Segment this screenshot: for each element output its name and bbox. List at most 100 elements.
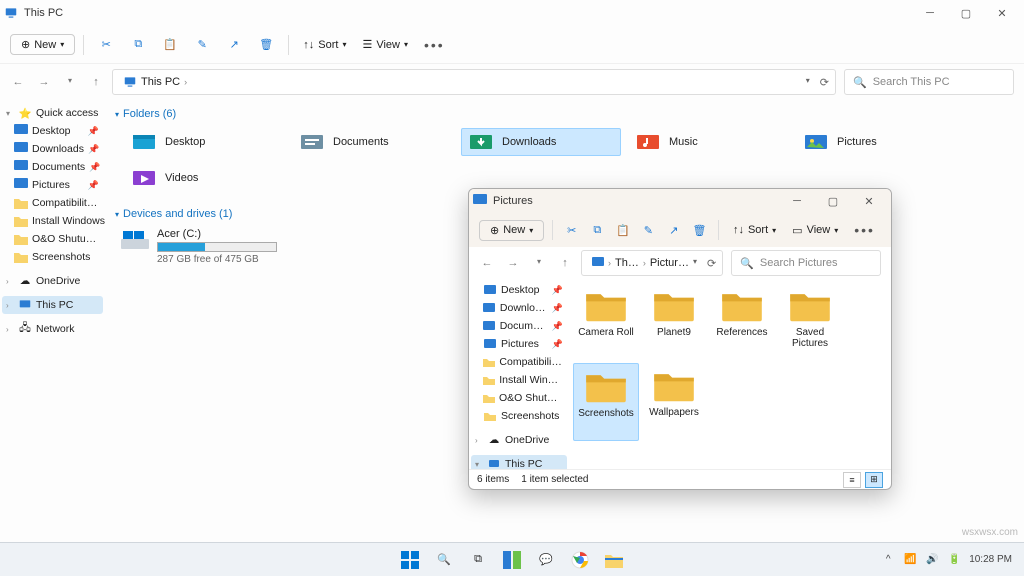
sub-sidebar-item[interactable]: Pictures📌 <box>471 335 567 353</box>
search-input[interactable]: 🔍 Search This PC <box>844 69 1014 95</box>
start-button[interactable] <box>396 546 424 574</box>
share-icon[interactable]: ↗ <box>220 31 248 59</box>
rename-icon[interactable]: ✎ <box>638 216 660 244</box>
sidebar-label: Desktop <box>32 125 71 137</box>
refresh-button[interactable]: ⟳ <box>820 76 829 89</box>
folder-tile-downloads[interactable]: Downloads <box>461 128 621 156</box>
task-chat-button[interactable]: 💬 <box>532 546 560 574</box>
more-button[interactable]: ••• <box>418 37 451 53</box>
maximize-button[interactable]: ▢ <box>948 0 984 26</box>
folder-tile-documents[interactable]: Documents <box>293 128 453 156</box>
close-button[interactable]: ✕ <box>984 0 1020 26</box>
grid-folder-wallpapers[interactable]: Wallpapers <box>641 363 707 441</box>
pin-icon: 📌 <box>552 285 563 296</box>
delete-icon[interactable]: 🗑 <box>252 31 280 59</box>
sidebar-item-documents[interactable]: Documents📌 <box>2 158 103 176</box>
address-bar[interactable]: This PC › ▾ ⟳ <box>112 69 836 95</box>
sub-sidebar-onedrive[interactable]: ›☁OneDrive <box>471 431 567 449</box>
sidebar-item-compat[interactable]: Compatibility Mode <box>2 194 103 212</box>
sub-sidebar-item[interactable]: Install Windows <box>471 371 567 389</box>
refresh-button[interactable]: ⟳ <box>707 257 716 270</box>
minimize-button[interactable]: ─ <box>912 0 948 26</box>
task-widgets-button[interactable] <box>498 546 526 574</box>
rename-icon[interactable]: ✎ <box>188 31 216 59</box>
new-label: New <box>503 224 525 236</box>
history-dropdown[interactable]: ▾ <box>62 76 78 88</box>
sub-sidebar-item[interactable]: O&O Shutup Rev <box>471 389 567 407</box>
grid-folder-planet9[interactable]: Planet9 <box>641 283 707 361</box>
tray-battery-icon[interactable]: 🔋 <box>947 553 961 567</box>
address-dropdown[interactable]: ▾ <box>806 76 810 89</box>
drive-tile[interactable]: Acer (C:) 287 GB free of 475 GB <box>115 224 335 269</box>
icons-view-button[interactable]: ⊞ <box>865 472 883 488</box>
task-explorer-button[interactable] <box>600 546 628 574</box>
details-view-button[interactable]: ≡ <box>843 472 861 488</box>
sub-new-button[interactable]: ⊕ New ▾ <box>479 220 544 241</box>
view-button[interactable]: ☰ View ▾ <box>356 35 414 54</box>
taskbar-clock[interactable]: 10:28 PM <box>969 554 1012 565</box>
new-label: New <box>34 39 56 51</box>
grid-folder-references[interactable]: References <box>709 283 775 361</box>
folder-tile-videos[interactable]: Videos <box>125 164 285 192</box>
grid-folder-saved-pictures[interactable]: Saved Pictures <box>777 283 843 361</box>
sub-close-button[interactable]: ✕ <box>851 188 887 214</box>
folder-icon <box>14 214 28 228</box>
sidebar-quick-access[interactable]: ▾⭐Quick access <box>2 104 103 122</box>
folder-icon <box>14 250 28 264</box>
tray-chevron-icon[interactable]: ^ <box>881 553 895 567</box>
sidebar-item-pictures[interactable]: Pictures📌 <box>2 176 103 194</box>
sub-forward-button[interactable]: → <box>505 257 521 269</box>
address-dropdown[interactable]: ▾ <box>693 257 697 270</box>
forward-button[interactable]: → <box>36 76 52 88</box>
sub-maximize-button[interactable]: ▢ <box>815 188 851 214</box>
sidebar-item-downloads[interactable]: Downloads📌 <box>2 140 103 158</box>
folders-group-header[interactable]: ▾Folders (6) <box>115 104 1014 124</box>
sub-view-button[interactable]: ▭ View ▾ <box>786 221 844 240</box>
sub-sidebar-item[interactable]: Desktop📌 <box>471 281 567 299</box>
cut-icon[interactable]: ✂ <box>92 31 120 59</box>
sub-address-bar[interactable]: › Th… › Pictur… ▾⟳ <box>581 250 723 276</box>
folder-icon <box>635 131 661 153</box>
folder-tile-desktop[interactable]: Desktop <box>125 128 285 156</box>
up-button[interactable]: ↑ <box>88 76 104 88</box>
paste-icon[interactable]: 📋 <box>612 216 634 244</box>
sub-minimize-button[interactable]: ─ <box>779 188 815 214</box>
tray-wifi-icon[interactable]: 📶 <box>903 553 917 567</box>
sidebar-network[interactable]: ›🖧Network <box>2 320 103 338</box>
new-button[interactable]: ⊕ New ▾ <box>10 34 75 55</box>
grid-folder-camera-roll[interactable]: Camera Roll <box>573 283 639 361</box>
paste-icon[interactable]: 📋 <box>156 31 184 59</box>
delete-icon[interactable]: 🗑 <box>689 216 711 244</box>
sidebar-item-shutup[interactable]: O&O Shutup Review <box>2 230 103 248</box>
tray-volume-icon[interactable]: 🔊 <box>925 553 939 567</box>
share-icon[interactable]: ↗ <box>663 216 685 244</box>
sidebar-onedrive[interactable]: ›☁OneDrive <box>2 272 103 290</box>
sub-sidebar-item[interactable]: Downloads📌 <box>471 299 567 317</box>
sub-up-button[interactable]: ↑ <box>557 257 573 269</box>
copy-icon[interactable]: ⧉ <box>587 216 609 244</box>
sub-history-dropdown[interactable]: ▾ <box>531 257 547 269</box>
cut-icon[interactable]: ✂ <box>561 216 583 244</box>
breadcrumb-root[interactable]: This PC <box>119 75 184 89</box>
grid-folder-screenshots[interactable]: Screenshots <box>573 363 639 441</box>
folder-tile-music[interactable]: Music <box>629 128 789 156</box>
sidebar-item-screenshots[interactable]: Screenshots <box>2 248 103 266</box>
sidebar-item-install[interactable]: Install Windows 11 <box>2 212 103 230</box>
sub-sidebar-item[interactable]: Documents📌 <box>471 317 567 335</box>
sub-back-button[interactable]: ← <box>479 257 495 269</box>
sub-sort-button[interactable]: ↑↓ Sort ▾ <box>727 221 782 239</box>
sidebar-item-desktop[interactable]: Desktop📌 <box>2 122 103 140</box>
sub-sidebar-item[interactable]: Screenshots <box>471 407 567 425</box>
sub-sidebar-item[interactable]: Compatibility M <box>471 353 567 371</box>
copy-icon[interactable]: ⧉ <box>124 31 152 59</box>
sort-button[interactable]: ↑↓ Sort ▾ <box>297 36 352 54</box>
sub-sidebar-thispc[interactable]: ▾This PC <box>471 455 567 469</box>
folder-tile-pictures[interactable]: Pictures <box>797 128 957 156</box>
back-button[interactable]: ← <box>10 76 26 88</box>
sub-search-input[interactable]: 🔍 Search Pictures <box>731 250 881 276</box>
sidebar-this-pc[interactable]: ›This PC <box>2 296 103 314</box>
task-view-button[interactable]: ⧉ <box>464 546 492 574</box>
task-chrome-button[interactable] <box>566 546 594 574</box>
task-search-button[interactable]: 🔍 <box>430 546 458 574</box>
sub-more-button[interactable]: ••• <box>848 222 881 238</box>
